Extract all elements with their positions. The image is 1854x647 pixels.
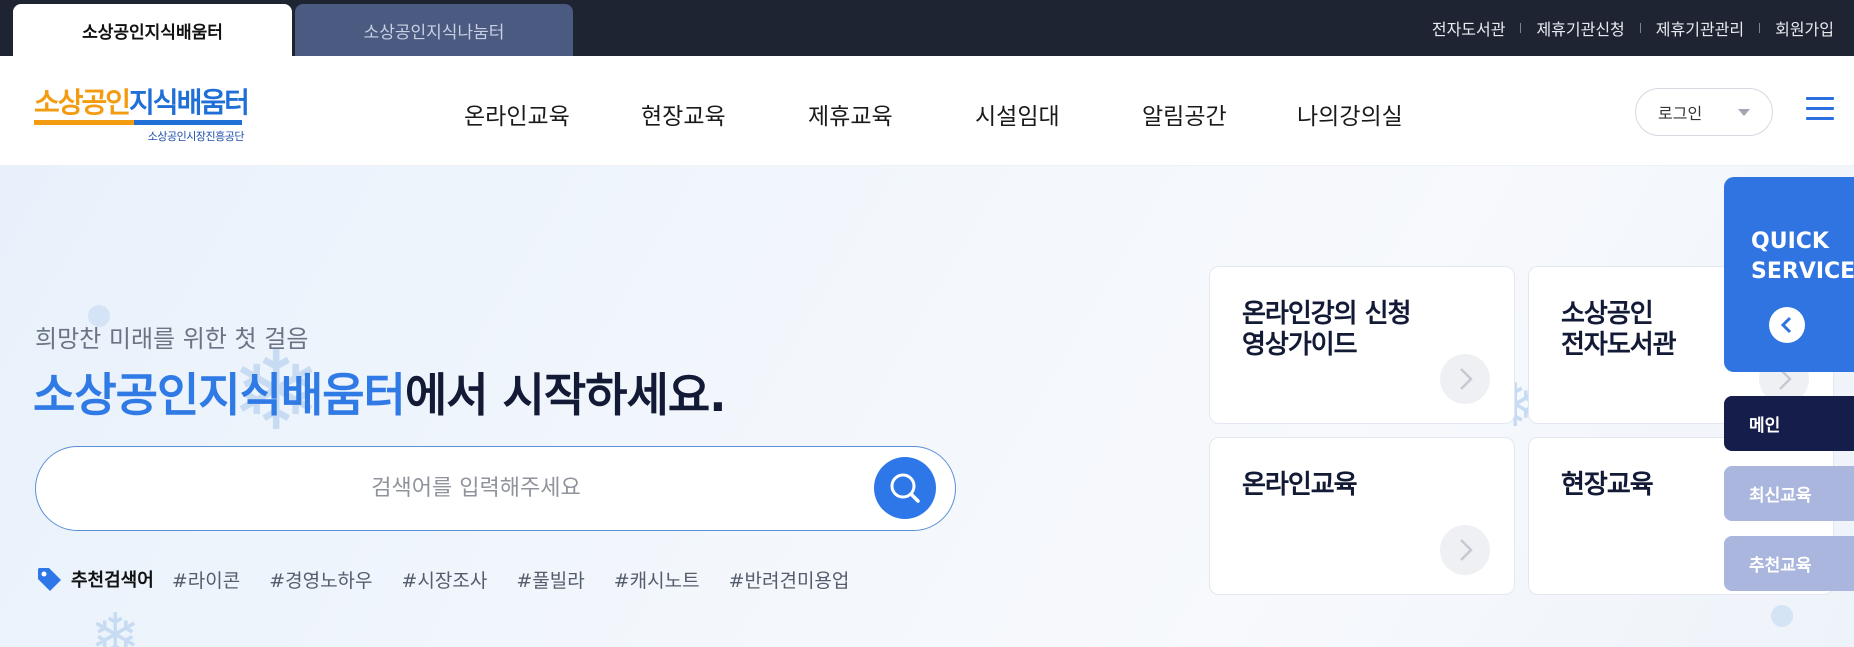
keyword-tag[interactable]: #라이콘 <box>172 566 240 593</box>
card-online-education[interactable]: 온라인교육 <box>1209 437 1515 595</box>
quick-item-latest-education[interactable]: 최신교육 <box>1724 466 1854 521</box>
card-title: 온라인강의 신청 영상가이드 <box>1242 299 1411 360</box>
site-header: 소상공인지식배움터 소상공인시장진흥공단 온라인교육 현장교육 제휴교육 시설임… <box>0 56 1854 166</box>
tag-icon <box>38 568 61 591</box>
card-title: 현장교육 <box>1561 470 1654 500</box>
login-label: 로그인 <box>1658 104 1703 123</box>
keyword-tag[interactable]: #풀빌라 <box>516 566 584 593</box>
chevron-left-icon[interactable] <box>1769 307 1805 343</box>
chevron-right-icon <box>1440 525 1490 575</box>
quick-service-panel: QUICK SERVICE <box>1724 177 1854 372</box>
nav-online-education[interactable]: 온라인교육 <box>464 97 570 131</box>
card-online-guide[interactable]: 온라인강의 신청 영상가이드 <box>1209 266 1515 424</box>
logo-wordmark: 소상공인지식배움터 <box>34 86 250 119</box>
recommended-keywords: 추천검색어 #라이콘 #경영노하우 #시장조사 #풀빌라 #캐시노트 #반려견미… <box>35 564 878 594</box>
hero-title: 소상공인지식배움터에서 시작하세요. <box>33 368 727 422</box>
keyword-tag[interactable]: #경영노하우 <box>269 566 372 593</box>
util-link-ebook-library[interactable]: 전자도서관 <box>1432 16 1506 40</box>
login-dropdown[interactable]: 로그인 <box>1635 88 1773 136</box>
keyword-tag[interactable]: #반려견미용업 <box>729 566 850 593</box>
quick-service-title: QUICK SERVICE <box>1751 229 1854 284</box>
site-logo[interactable]: 소상공인지식배움터 소상공인시장진흥공단 <box>34 86 250 143</box>
decoration-dot <box>1771 605 1793 627</box>
nav-partner-education[interactable]: 제휴교육 <box>808 97 893 131</box>
hamburger-menu-icon[interactable] <box>1806 97 1834 121</box>
nav-facility-rental[interactable]: 시설임대 <box>975 97 1060 131</box>
nav-my-classroom[interactable]: 나의강의실 <box>1297 97 1403 131</box>
keyword-tag[interactable]: #시장조사 <box>402 566 488 593</box>
nav-notice[interactable]: 알림공간 <box>1142 97 1227 131</box>
search-box <box>35 446 956 531</box>
util-link-partner-apply[interactable]: 제휴기관신청 <box>1536 16 1624 40</box>
top-bar: 소상공인지식배움터 소상공인지식나눔터 전자도서관 제휴기관신청 제휴기관관리 … <box>0 0 1854 56</box>
util-link-signup[interactable]: 회원가입 <box>1775 16 1834 40</box>
caret-down-icon <box>1738 109 1750 116</box>
util-link-partner-manage[interactable]: 제휴기관관리 <box>1656 16 1744 40</box>
recommended-keywords-label: 추천검색어 <box>71 570 154 591</box>
quick-item-main[interactable]: 메인 <box>1724 396 1854 451</box>
quick-item-recommended-education[interactable]: 추천교육 <box>1724 536 1854 591</box>
nav-field-education[interactable]: 현장교육 <box>641 97 726 131</box>
search-icon <box>890 473 920 503</box>
snowflake-decoration-icon: ❄ <box>90 601 141 647</box>
divider <box>1639 23 1641 33</box>
search-button[interactable] <box>874 457 936 519</box>
divider <box>1759 23 1761 33</box>
utility-links: 전자도서관 제휴기관신청 제휴기관관리 회원가입 <box>1432 0 1834 56</box>
site-tab-baeumteo[interactable]: 소상공인지식배움터 <box>13 4 292 56</box>
logo-underline <box>34 120 242 125</box>
card-title: 온라인교육 <box>1242 470 1358 500</box>
card-title: 소상공인 전자도서관 <box>1561 299 1677 360</box>
logo-subtitle: 소상공인시장진흥공단 <box>147 130 245 143</box>
site-tab-nanumteo[interactable]: 소상공인지식나눔터 <box>295 4 573 56</box>
chevron-right-icon <box>1440 354 1490 404</box>
divider <box>1520 23 1522 33</box>
search-input[interactable] <box>76 447 876 529</box>
hero-subtitle: 희망찬 미래를 위한 첫 걸음 <box>35 325 309 353</box>
keyword-tag[interactable]: #캐시노트 <box>614 566 700 593</box>
